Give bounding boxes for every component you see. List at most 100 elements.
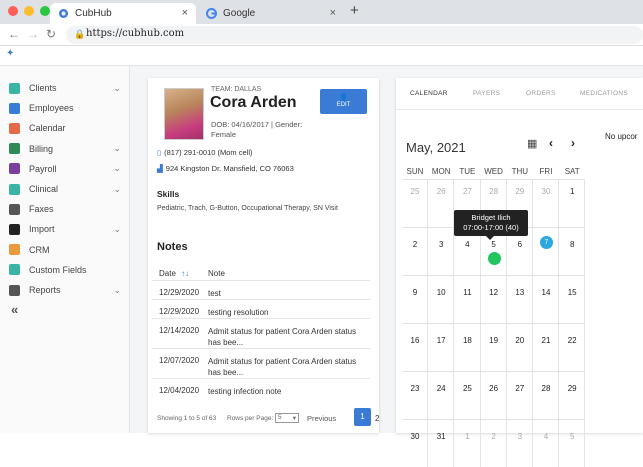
event-tooltip: Bridget Ilich 07:00-17:00 (40) — [454, 210, 528, 240]
day-number: 17 — [436, 336, 446, 345]
calendar-day-cell[interactable]: 24 — [428, 371, 455, 419]
team-label: TEAM: DALLAS — [211, 86, 262, 93]
close-tab-icon[interactable]: × — [330, 7, 336, 19]
calendar-day-cell[interactable]: 2 — [402, 227, 429, 275]
calendar-day-cell[interactable]: 20 — [506, 323, 533, 371]
calendar-day-cell[interactable]: 13 — [506, 275, 533, 323]
sidebar-item-label: Import — [29, 224, 55, 235]
rows-per-page-select[interactable]: 5 ▾ — [275, 413, 299, 423]
close-tab-icon[interactable]: × — [182, 7, 188, 19]
date-column-header[interactable]: Date ↑↓ — [159, 269, 189, 278]
page-2-button[interactable]: 2 — [375, 414, 379, 423]
tab-orders[interactable]: ORDERS — [526, 90, 556, 97]
pagination: Showing 1 to 5 of 63 Rows per Page: 5 ▾ … — [157, 408, 379, 426]
minimize-window-button[interactable] — [24, 6, 34, 16]
calendar-day-cell[interactable]: 16 — [402, 323, 429, 371]
calendar-day-cell[interactable]: 19 — [480, 323, 507, 371]
calendar-day-cell[interactable]: 7 — [533, 227, 560, 275]
calendar-day-cell[interactable]: 25 — [402, 179, 429, 227]
next-month-button[interactable]: › — [571, 136, 575, 150]
table-row[interactable]: 12/29/2020 testing resolution — [152, 299, 370, 318]
tab-medications[interactable]: MEDICATIONS — [580, 90, 628, 97]
calendar-day-cell[interactable]: 8 — [559, 227, 586, 275]
calendar-day-cell[interactable]: 29 — [559, 371, 586, 419]
month-title: May, 2021 — [406, 140, 466, 155]
sidebar-item-billing[interactable]: Billing ⌄ — [0, 139, 130, 159]
calendar-day-cell[interactable]: 4 — [533, 419, 560, 467]
calendar-day-cell[interactable]: 30 — [402, 419, 429, 467]
calendar-day-cell[interactable]: 14 — [533, 275, 560, 323]
calendar-day-cell[interactable]: 17 — [428, 323, 455, 371]
sidebar-item-calendar[interactable]: Calendar — [0, 118, 130, 138]
calendar-day-cell[interactable]: 15 — [559, 275, 586, 323]
address-text: 924 Kingston Dr. Mansfield, CO 76063 — [165, 164, 294, 173]
calendar-day-cell[interactable]: 1 — [454, 419, 481, 467]
date-picker-icon[interactable]: ▦ — [527, 137, 537, 150]
calendar-day-cell[interactable]: 1 — [559, 179, 586, 227]
calendar-day-cell[interactable]: 10 — [428, 275, 455, 323]
calendar-day-cell[interactable]: 3 — [506, 419, 533, 467]
phone-row[interactable]: ▯ (817) 291-0010 (Mom cell) — [157, 148, 253, 157]
sidebar-item-crm[interactable]: CRM — [0, 240, 130, 260]
collapse-sidebar-button[interactable]: « — [11, 302, 18, 317]
sidebar-item-label: Clinical — [29, 184, 59, 194]
note-text: Admit status for patient Cora Arden stat… — [208, 327, 357, 347]
calendar-day-cell[interactable]: 26 — [428, 179, 455, 227]
app-logo-icon[interactable]: ✦ — [6, 48, 14, 59]
forward-arrow-icon[interactable]: → — [27, 27, 39, 41]
maximize-window-button[interactable] — [40, 6, 50, 16]
table-row[interactable]: 12/29/2020 test — [152, 280, 370, 299]
calendar-day-cell[interactable]: 30 — [533, 179, 560, 227]
day-number: 1 — [465, 432, 470, 441]
sort-icon[interactable]: ↑↓ — [181, 269, 189, 278]
table-row[interactable]: 12/04/2020 testing infection note — [152, 378, 370, 404]
previous-page-button[interactable]: Previous — [307, 414, 336, 423]
tab-calendar[interactable]: CALENDAR — [410, 90, 448, 97]
calendar-day-cell[interactable]: 9 — [402, 275, 429, 323]
close-window-button[interactable] — [8, 6, 18, 16]
browser-tab-cubhub[interactable]: CubHub × — [50, 3, 196, 24]
calendar-day-cell[interactable]: 3 — [428, 227, 455, 275]
table-row[interactable]: 12/07/2020 Admit status for patient Cora … — [152, 348, 370, 378]
url-field[interactable]: 🔒 https://cubhub.com — [66, 26, 643, 44]
window-controls — [8, 6, 50, 16]
calendar-day-cell[interactable]: 5 — [559, 419, 586, 467]
new-tab-button[interactable]: + — [350, 2, 359, 19]
calendar-day-cell[interactable]: 23 — [402, 371, 429, 419]
calendar-day-cell[interactable]: 21 — [533, 323, 560, 371]
calendar-day-cell[interactable]: 12 — [480, 275, 507, 323]
calendar-day-cell[interactable]: 18 — [454, 323, 481, 371]
sidebar-item-faxes[interactable]: Faxes — [0, 199, 130, 219]
calendar-day-cell[interactable]: 25 — [454, 371, 481, 419]
sidebar-item-reports[interactable]: Reports ⌄ — [0, 280, 130, 300]
user-edit-icon: 👤 — [338, 93, 349, 102]
sidebar-item-employees[interactable]: Employees — [0, 98, 130, 118]
day-number: 26 — [489, 384, 499, 393]
day-number: 29 — [515, 187, 525, 196]
prev-month-button[interactable]: ‹ — [549, 136, 553, 150]
calendar-day-cell[interactable]: 26 — [480, 371, 507, 419]
edit-button[interactable]: 👤 EDIT — [320, 89, 367, 114]
sidebar-item-clients[interactable]: Clients ⌄ — [0, 78, 130, 98]
calendar-day-cell[interactable]: 31 — [428, 419, 455, 467]
calendar-day-cell[interactable]: 2 — [480, 419, 507, 467]
sidebar-item-clinical[interactable]: Clinical ⌄ — [0, 179, 130, 199]
address-row[interactable]: ▟ 924 Kingston Dr. Mansfield, CO 76063 — [157, 164, 294, 173]
sidebar-item-payroll[interactable]: Payroll ⌄ — [0, 159, 130, 179]
calendar-day-cell[interactable]: 22 — [559, 323, 586, 371]
calendar-day-cell[interactable]: 28 — [533, 371, 560, 419]
calendar-day-cell[interactable]: 11 — [454, 275, 481, 323]
page-1-button[interactable]: 1 — [354, 408, 371, 426]
shift-event-dot[interactable] — [487, 252, 501, 265]
reload-icon[interactable]: ↻ — [46, 27, 56, 41]
calendar-day-cell[interactable]: 27 — [506, 371, 533, 419]
table-row[interactable]: 12/14/2020 Admit status for patient Cora … — [152, 318, 370, 348]
browser-tab-google[interactable]: Google × — [198, 3, 344, 24]
note-column-header: Note — [208, 269, 225, 278]
tab-payers[interactable]: PAYERS — [473, 90, 500, 97]
sidebar-item-label: Calendar — [29, 123, 66, 134]
sidebar-item-custom-fields[interactable]: Custom Fields — [0, 260, 130, 280]
back-arrow-icon[interactable]: ← — [8, 27, 20, 41]
weekday-header: SUN — [406, 167, 424, 176]
sidebar-item-import[interactable]: Import ⌄ — [0, 219, 130, 239]
